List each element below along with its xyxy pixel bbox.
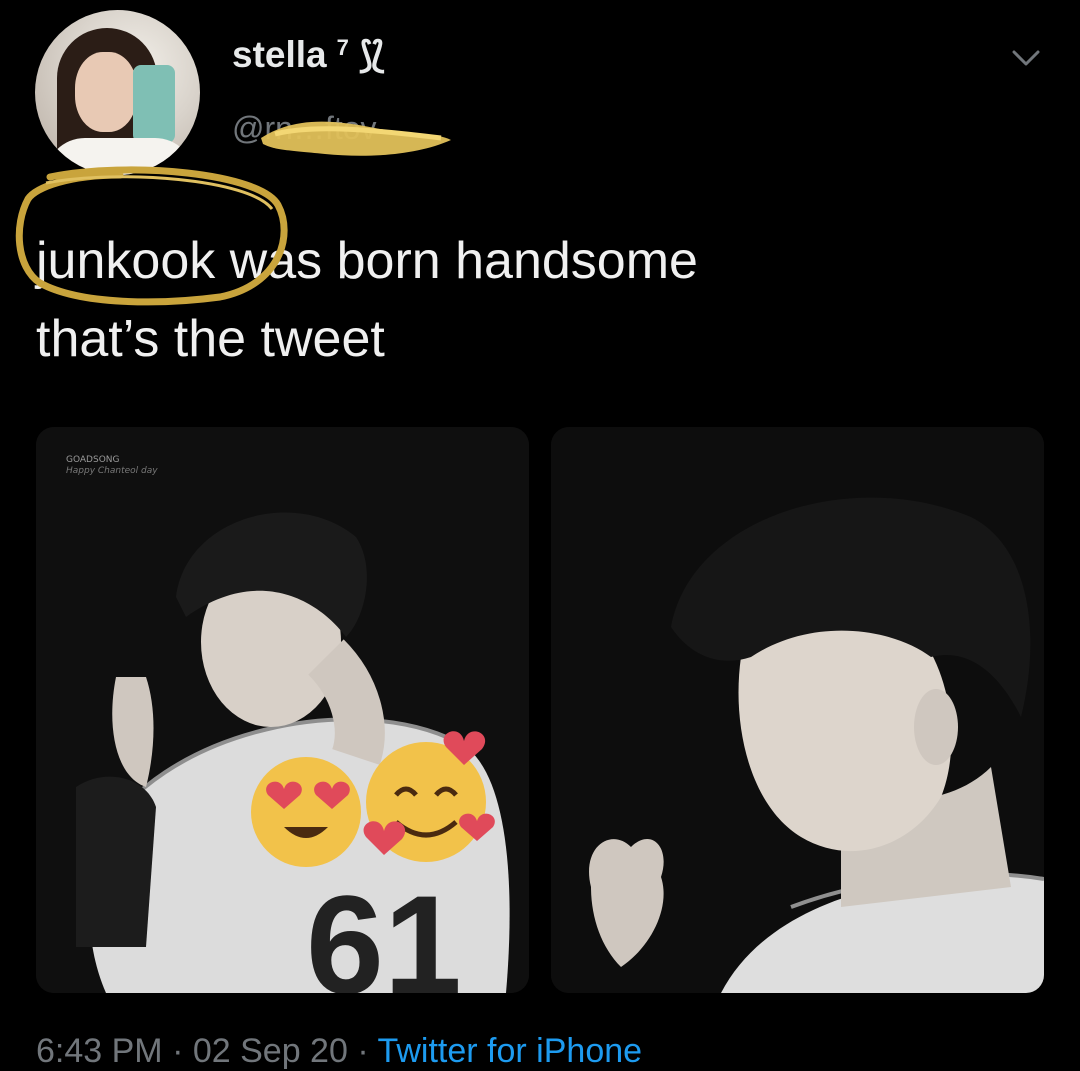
avatar[interactable] (35, 10, 200, 175)
tweet-text: junkook was born handsome that’s the twe… (36, 222, 1036, 378)
meta-separator-1: · (162, 1032, 193, 1070)
meta-separator-2: · (347, 1032, 378, 1070)
tweet-text-line-2: that’s the tweet (36, 310, 385, 368)
avatar-phone (133, 65, 175, 143)
photo-watermark: GOADSONG Happy Chanteol day (66, 455, 158, 477)
avatar-shirt (45, 138, 195, 175)
tweet-date[interactable]: 02 Sep 20 (193, 1032, 348, 1070)
handle-redaction-scribble (261, 121, 451, 156)
watermark-subtitle: Happy Chanteol day (66, 466, 158, 476)
bts-logo-icon: ⟆⟅ (358, 34, 385, 75)
tweet-source-link[interactable]: Twitter for iPhone (377, 1032, 642, 1070)
chevron-down-icon[interactable] (1008, 40, 1044, 76)
media-grid: 61 GOADSONG Happy Chanteol day (36, 427, 1044, 993)
avatar-face (75, 52, 137, 132)
author-name-row[interactable]: stella 7 ⟆⟅ (232, 34, 385, 76)
tweet-meta: 6:43 PM · 02 Sep 20 · Twitter for iPhone (36, 1032, 642, 1071)
photo-2-image (551, 427, 1044, 993)
heart-eyes-emoji-icon (251, 757, 361, 867)
watermark-title: GOADSONG (66, 455, 120, 465)
tweet-card: stella 7 ⟆⟅ @rn…ftov junkook was born ha… (0, 0, 1080, 1070)
display-name[interactable]: stella (232, 34, 327, 76)
media-photo-2[interactable] (551, 427, 1044, 993)
media-photo-1[interactable]: 61 GOADSONG Happy Chanteol day (36, 427, 529, 993)
photo-1-image: 61 (36, 427, 529, 993)
name-badge: 7 (336, 35, 349, 60)
tweet-time[interactable]: 6:43 PM (36, 1032, 163, 1070)
tweet-text-line-1: junkook was born handsome (36, 232, 698, 290)
svg-text:61: 61 (306, 866, 462, 993)
